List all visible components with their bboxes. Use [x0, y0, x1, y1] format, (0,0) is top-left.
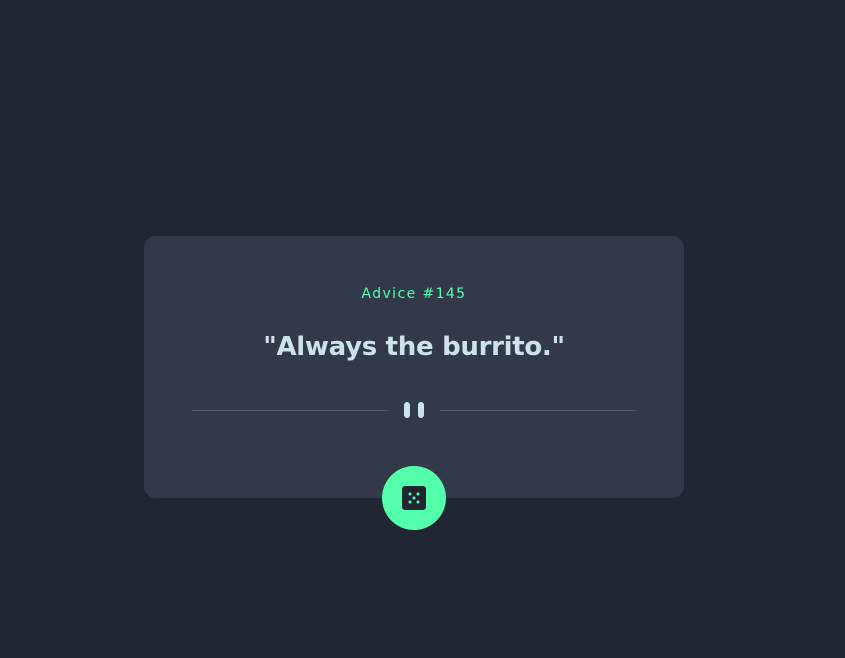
advice-quote: "Always the burrito." [263, 332, 565, 362]
divider-line-left [192, 410, 388, 411]
divider-line-right [440, 410, 636, 411]
pause-icon [404, 402, 424, 418]
new-advice-button[interactable] [382, 466, 446, 530]
advice-card: Advice #145 "Always the burrito." [144, 236, 684, 498]
divider [192, 402, 636, 418]
dice-icon [402, 486, 426, 510]
advice-number: Advice #145 [361, 286, 467, 302]
